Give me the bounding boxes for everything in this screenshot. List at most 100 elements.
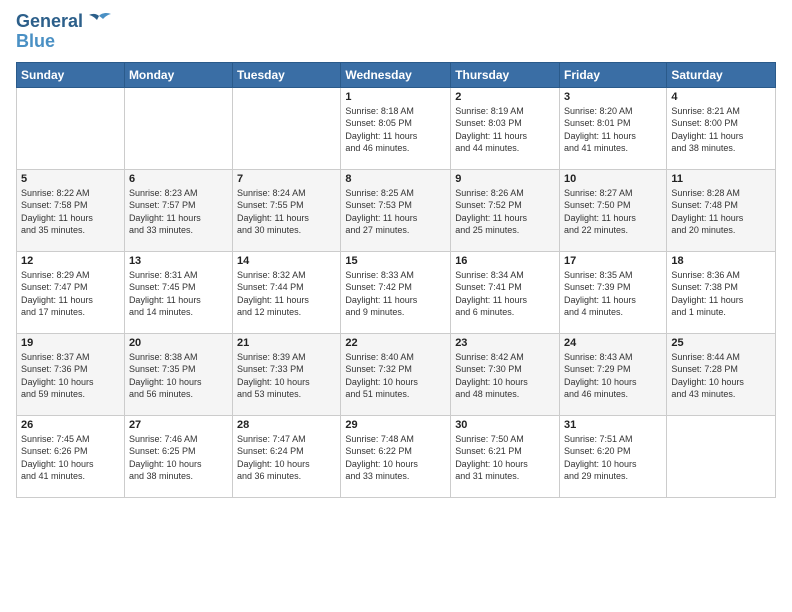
calendar-cell: 26 Sunrise: 7:45 AM Sunset: 6:26 PM Dayli… xyxy=(17,415,125,497)
calendar-cell: 12 Sunrise: 8:29 AM Sunset: 7:47 PM Dayli… xyxy=(17,251,125,333)
calendar-cell xyxy=(17,87,125,169)
day-number: 28 xyxy=(237,419,336,431)
day-info: Sunrise: 7:47 AM Sunset: 6:24 PM Dayligh… xyxy=(237,433,336,483)
calendar-cell: 1 Sunrise: 8:18 AM Sunset: 8:05 PM Daylig… xyxy=(341,87,451,169)
page: GeneralBlue SundayMondayTuesdayWednesday… xyxy=(0,0,792,612)
calendar-cell: 15 Sunrise: 8:33 AM Sunset: 7:42 PM Dayli… xyxy=(341,251,451,333)
day-number: 4 xyxy=(671,91,771,103)
day-info: Sunrise: 8:25 AM Sunset: 7:53 PM Dayligh… xyxy=(345,187,446,237)
day-number: 29 xyxy=(345,419,446,431)
calendar-cell: 31Sunrise: 7:51 AM Sunset: 6:20 PM Dayli… xyxy=(560,415,667,497)
day-number: 25 xyxy=(671,337,771,349)
day-info: Sunrise: 8:42 AM Sunset: 7:30 PM Dayligh… xyxy=(455,351,555,401)
day-info: Sunrise: 7:48 AM Sunset: 6:22 PM Dayligh… xyxy=(345,433,446,483)
calendar-cell: 20 Sunrise: 8:38 AM Sunset: 7:35 PM Dayli… xyxy=(124,333,232,415)
day-info: Sunrise: 8:32 AM Sunset: 7:44 PM Dayligh… xyxy=(237,269,336,319)
day-info: Sunrise: 8:29 AM Sunset: 7:47 PM Dayligh… xyxy=(21,269,120,319)
day-info: Sunrise: 8:37 AM Sunset: 7:36 PM Dayligh… xyxy=(21,351,120,401)
day-number: 7 xyxy=(237,173,336,185)
day-number: 22 xyxy=(345,337,446,349)
calendar-cell: 24 Sunrise: 8:43 AM Sunset: 7:29 PM Dayli… xyxy=(560,333,667,415)
day-info: Sunrise: 8:44 AM Sunset: 7:28 PM Dayligh… xyxy=(671,351,771,401)
day-info: Sunrise: 8:27 AM Sunset: 7:50 PM Dayligh… xyxy=(564,187,662,237)
calendar-cell: 17 Sunrise: 8:35 AM Sunset: 7:39 PM Dayli… xyxy=(560,251,667,333)
day-info: Sunrise: 7:50 AM Sunset: 6:21 PM Dayligh… xyxy=(455,433,555,483)
day-info: Sunrise: 7:46 AM Sunset: 6:25 PM Dayligh… xyxy=(129,433,228,483)
day-info: Sunrise: 8:38 AM Sunset: 7:35 PM Dayligh… xyxy=(129,351,228,401)
calendar-cell: 4 Sunrise: 8:21 AM Sunset: 8:00 PM Daylig… xyxy=(667,87,776,169)
calendar-cell xyxy=(124,87,232,169)
day-number: 23 xyxy=(455,337,555,349)
weekday-header-monday: Monday xyxy=(124,62,232,87)
day-info: Sunrise: 8:34 AM Sunset: 7:41 PM Dayligh… xyxy=(455,269,555,319)
calendar-cell: 23 Sunrise: 8:42 AM Sunset: 7:30 PM Dayli… xyxy=(451,333,560,415)
day-number: 13 xyxy=(129,255,228,267)
day-number: 16 xyxy=(455,255,555,267)
calendar-cell: 2 Sunrise: 8:19 AM Sunset: 8:03 PM Daylig… xyxy=(451,87,560,169)
calendar-cell: 5Sunrise: 8:22 AM Sunset: 7:58 PM Daylig… xyxy=(17,169,125,251)
weekday-header-sunday: Sunday xyxy=(17,62,125,87)
header: GeneralBlue xyxy=(16,12,776,52)
day-info: Sunrise: 7:45 AM Sunset: 6:26 PM Dayligh… xyxy=(21,433,120,483)
logo-text: GeneralBlue xyxy=(16,12,83,52)
day-info: Sunrise: 8:40 AM Sunset: 7:32 PM Dayligh… xyxy=(345,351,446,401)
day-number: 2 xyxy=(455,91,555,103)
day-number: 10 xyxy=(564,173,662,185)
calendar-cell: 21 Sunrise: 8:39 AM Sunset: 7:33 PM Dayli… xyxy=(233,333,341,415)
weekday-header-friday: Friday xyxy=(560,62,667,87)
calendar-cell: 29 Sunrise: 7:48 AM Sunset: 6:22 PM Dayli… xyxy=(341,415,451,497)
calendar-cell: 6Sunrise: 8:23 AM Sunset: 7:57 PM Daylig… xyxy=(124,169,232,251)
day-info: Sunrise: 7:51 AM Sunset: 6:20 PM Dayligh… xyxy=(564,433,662,483)
calendar-cell: 14 Sunrise: 8:32 AM Sunset: 7:44 PM Dayli… xyxy=(233,251,341,333)
day-number: 21 xyxy=(237,337,336,349)
day-number: 19 xyxy=(21,337,120,349)
calendar-cell xyxy=(233,87,341,169)
calendar-cell: 3 Sunrise: 8:20 AM Sunset: 8:01 PM Daylig… xyxy=(560,87,667,169)
logo: GeneralBlue xyxy=(16,12,113,52)
calendar-cell: 28 Sunrise: 7:47 AM Sunset: 6:24 PM Dayli… xyxy=(233,415,341,497)
calendar-cell: 25 Sunrise: 8:44 AM Sunset: 7:28 PM Dayli… xyxy=(667,333,776,415)
day-number: 30 xyxy=(455,419,555,431)
day-info: Sunrise: 8:18 AM Sunset: 8:05 PM Dayligh… xyxy=(345,105,446,155)
day-number: 15 xyxy=(345,255,446,267)
calendar-cell: 16 Sunrise: 8:34 AM Sunset: 7:41 PM Dayli… xyxy=(451,251,560,333)
day-info: Sunrise: 8:33 AM Sunset: 7:42 PM Dayligh… xyxy=(345,269,446,319)
day-number: 11 xyxy=(671,173,771,185)
day-number: 12 xyxy=(21,255,120,267)
day-info: Sunrise: 8:35 AM Sunset: 7:39 PM Dayligh… xyxy=(564,269,662,319)
calendar-cell: 11 Sunrise: 8:28 AM Sunset: 7:48 PM Dayli… xyxy=(667,169,776,251)
logo-bird-icon xyxy=(85,12,113,34)
calendar-cell: 18 Sunrise: 8:36 AM Sunset: 7:38 PM Dayli… xyxy=(667,251,776,333)
day-info: Sunrise: 8:21 AM Sunset: 8:00 PM Dayligh… xyxy=(671,105,771,155)
day-number: 17 xyxy=(564,255,662,267)
day-number: 8 xyxy=(345,173,446,185)
day-info: Sunrise: 8:20 AM Sunset: 8:01 PM Dayligh… xyxy=(564,105,662,155)
day-info: Sunrise: 8:26 AM Sunset: 7:52 PM Dayligh… xyxy=(455,187,555,237)
day-info: Sunrise: 8:28 AM Sunset: 7:48 PM Dayligh… xyxy=(671,187,771,237)
day-info: Sunrise: 8:39 AM Sunset: 7:33 PM Dayligh… xyxy=(237,351,336,401)
day-info: Sunrise: 8:36 AM Sunset: 7:38 PM Dayligh… xyxy=(671,269,771,319)
day-info: Sunrise: 8:43 AM Sunset: 7:29 PM Dayligh… xyxy=(564,351,662,401)
weekday-header-thursday: Thursday xyxy=(451,62,560,87)
calendar-cell: 27 Sunrise: 7:46 AM Sunset: 6:25 PM Dayli… xyxy=(124,415,232,497)
weekday-header-tuesday: Tuesday xyxy=(233,62,341,87)
day-number: 20 xyxy=(129,337,228,349)
day-number: 5 xyxy=(21,173,120,185)
calendar-cell: 22 Sunrise: 8:40 AM Sunset: 7:32 PM Dayli… xyxy=(341,333,451,415)
day-number: 26 xyxy=(21,419,120,431)
calendar-cell: 10 Sunrise: 8:27 AM Sunset: 7:50 PM Dayli… xyxy=(560,169,667,251)
day-number: 1 xyxy=(345,91,446,103)
day-info: Sunrise: 8:19 AM Sunset: 8:03 PM Dayligh… xyxy=(455,105,555,155)
calendar-cell: 8 Sunrise: 8:25 AM Sunset: 7:53 PM Daylig… xyxy=(341,169,451,251)
day-number: 3 xyxy=(564,91,662,103)
day-number: 24 xyxy=(564,337,662,349)
day-number: 6 xyxy=(129,173,228,185)
day-number: 27 xyxy=(129,419,228,431)
day-number: 18 xyxy=(671,255,771,267)
day-number: 9 xyxy=(455,173,555,185)
calendar-cell: 7Sunrise: 8:24 AM Sunset: 7:55 PM Daylig… xyxy=(233,169,341,251)
calendar-cell: 13Sunrise: 8:31 AM Sunset: 7:45 PM Dayli… xyxy=(124,251,232,333)
calendar: SundayMondayTuesdayWednesdayThursdayFrid… xyxy=(16,62,776,498)
day-number: 14 xyxy=(237,255,336,267)
weekday-header-saturday: Saturday xyxy=(667,62,776,87)
